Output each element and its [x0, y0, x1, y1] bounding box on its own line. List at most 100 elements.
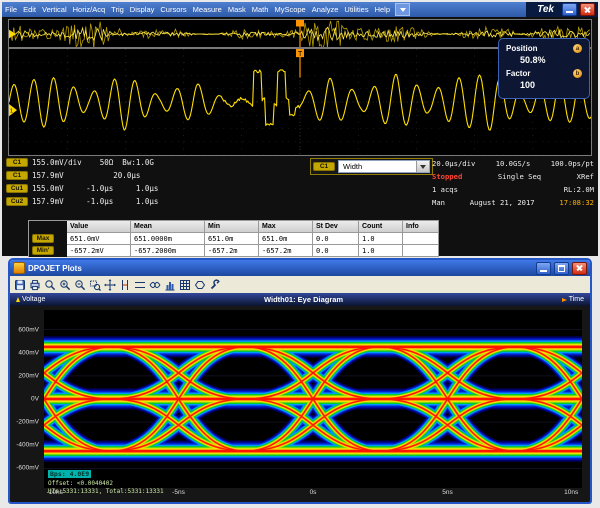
menu-overflow-button[interactable]: [395, 3, 410, 16]
x-tick-label: -5ns: [172, 489, 185, 496]
table-cell: [403, 245, 439, 257]
table-cell: -657.2m: [205, 245, 259, 257]
menu-item-utilities[interactable]: Utilities: [341, 5, 371, 14]
y-axis-ticks: 600mV400mV200mV0V-200mV-400mV-600mV: [10, 310, 41, 488]
table-cell: 0.0: [313, 245, 359, 257]
scope-window: FileEditVerticalHoriz/AcqTrigDisplayCurs…: [2, 2, 598, 256]
measurement-badge[interactable]: Max: [32, 234, 54, 243]
channel-badge[interactable]: C1: [6, 171, 28, 180]
status-line: ManAugust 21, 201717:08:32: [432, 196, 594, 209]
table-header-cell: Mean: [131, 221, 205, 233]
svg-text:1: 1: [10, 109, 13, 115]
zoom-in-icon[interactable]: [58, 278, 72, 292]
dpojet-maximize-button[interactable]: [554, 262, 569, 275]
position-label: Position: [506, 44, 538, 53]
menu-item-trig[interactable]: Trig: [108, 5, 127, 14]
axis-up-icon: [16, 297, 20, 302]
measurement-badge[interactable]: Min': [32, 246, 54, 255]
channel-readout-text: 157.9mV -1.0μs 1.0μs: [32, 197, 158, 206]
dpojet-window: DPOJET Plots Voltage Width01: Eye Diagra…: [8, 258, 592, 504]
channel-badge[interactable]: Cu1: [6, 184, 28, 193]
y-tick-label: -600mV: [16, 465, 39, 472]
table-cell: [403, 233, 439, 245]
table-row-label: Min': [29, 245, 67, 257]
y-tick-label: -200mV: [16, 419, 39, 426]
status-line: 20.0μs/div10.0GS/s100.0ps/pt: [432, 157, 594, 170]
measurement-table: ValueMeanMinMaxSt DevCountInfoMax651.0mV…: [28, 220, 439, 257]
menu-items: FileEditVerticalHoriz/AcqTrigDisplayCurs…: [2, 5, 393, 14]
cursor-horizontal-icon[interactable]: [133, 278, 147, 292]
menu-item-display[interactable]: Display: [127, 5, 158, 14]
y-axis-label: Voltage: [22, 296, 45, 303]
table-header-cell: Value: [67, 221, 131, 233]
channel-badge[interactable]: C1: [6, 158, 28, 167]
dpojet-app-icon: [13, 262, 25, 274]
acquisition-status: 20.0μs/div10.0GS/s100.0ps/ptStoppedSingl…: [432, 157, 594, 209]
menu-item-mask[interactable]: Mask: [225, 5, 249, 14]
plot-header: Voltage Width01: Eye Diagram Time: [10, 293, 590, 306]
y-tick-label: -400mV: [16, 442, 39, 449]
channel-readout-text: 155.0mV/div 50Ω Bw:1.0G: [32, 158, 154, 167]
annotation-line2: Offset: <0.0040402: [48, 480, 164, 488]
grid-icon[interactable]: [178, 278, 192, 292]
channel-readout-text: 155.0mV -1.0μs 1.0μs: [32, 184, 158, 193]
knob-a-icon[interactable]: a: [573, 44, 582, 53]
dpojet-close-button[interactable]: [572, 262, 587, 275]
menu-item-edit[interactable]: Edit: [20, 5, 39, 14]
measurement-dropdown[interactable]: Width: [338, 160, 430, 173]
table-cell: 651.0m: [205, 233, 259, 245]
pan-icon[interactable]: [103, 278, 117, 292]
cursor-vertical-icon[interactable]: [118, 278, 132, 292]
status-text: 20.0μs/div: [432, 159, 475, 168]
knob-b-icon[interactable]: b: [573, 69, 582, 78]
channel-readout-text: 157.9mV 20.0μs: [32, 171, 140, 180]
histogram-icon[interactable]: [163, 278, 177, 292]
print-icon[interactable]: [28, 278, 42, 292]
wrench-icon[interactable]: [208, 278, 222, 292]
table-row-label: Max: [29, 233, 67, 245]
table-cell: 651.0000m: [131, 233, 205, 245]
dpojet-toolbar: [10, 276, 590, 294]
mask-icon[interactable]: [193, 278, 207, 292]
channel-badge[interactable]: Cu2: [6, 197, 28, 206]
table-header-cell: Min: [205, 221, 259, 233]
axis-right-icon: [562, 298, 567, 302]
plot-area: Voltage Width01: Eye Diagram Time 600mV4…: [10, 293, 590, 502]
measurement-source-badge[interactable]: C1: [313, 162, 335, 171]
factor-label: Factor: [506, 69, 530, 78]
zoom-box-icon[interactable]: [88, 278, 102, 292]
table-cell: -657.2m: [259, 245, 313, 257]
eye-overlay-icon[interactable]: [148, 278, 162, 292]
menu-item-cursors[interactable]: Cursors: [157, 5, 189, 14]
table-header-cell: Max: [259, 221, 313, 233]
scope-close-button[interactable]: [580, 3, 595, 16]
x-tick-label: 0s: [310, 489, 317, 496]
menu-bar: FileEditVerticalHoriz/AcqTrigDisplayCurs…: [2, 2, 598, 17]
status-text: 1 acqs: [432, 185, 458, 194]
dpojet-window-title: DPOJET Plots: [28, 264, 533, 273]
menu-item-file[interactable]: File: [2, 5, 20, 14]
menu-item-vertical[interactable]: Vertical: [39, 5, 70, 14]
dropdown-arrow-button[interactable]: [416, 161, 429, 172]
table-cell: 0.0: [313, 233, 359, 245]
plot-annotation: Bps: 4.0E9 Offset: <0.0040402 UIs:5331:1…: [48, 461, 164, 495]
menu-item-help[interactable]: Help: [372, 5, 393, 14]
readout-area: C1 155.0mV/div 50Ω Bw:1.0G C1 157.9mV 20.0μ…: [2, 156, 598, 218]
tek-logo: Tek: [529, 4, 559, 15]
save-icon[interactable]: [13, 278, 27, 292]
status-text: 10.0GS/s: [496, 159, 531, 168]
menu-item-analyze[interactable]: Analyze: [309, 5, 342, 14]
zoom-out-icon[interactable]: [73, 278, 87, 292]
menu-item-math[interactable]: Math: [249, 5, 272, 14]
dpojet-minimize-button[interactable]: [536, 262, 551, 275]
menu-item-horiz-acq[interactable]: Horiz/Acq: [70, 5, 109, 14]
y-tick-label: 0V: [31, 396, 39, 403]
scope-minimize-button[interactable]: [562, 3, 577, 16]
table-cell: 651.0mV: [67, 233, 131, 245]
menu-item-measure[interactable]: Measure: [190, 5, 225, 14]
dpojet-title-bar[interactable]: DPOJET Plots: [10, 260, 590, 276]
menu-item-myscope[interactable]: MyScope: [271, 5, 308, 14]
zoom-icon[interactable]: [43, 278, 57, 292]
chevron-down-icon: [400, 8, 406, 12]
status-text: 17:08:32: [559, 198, 594, 207]
